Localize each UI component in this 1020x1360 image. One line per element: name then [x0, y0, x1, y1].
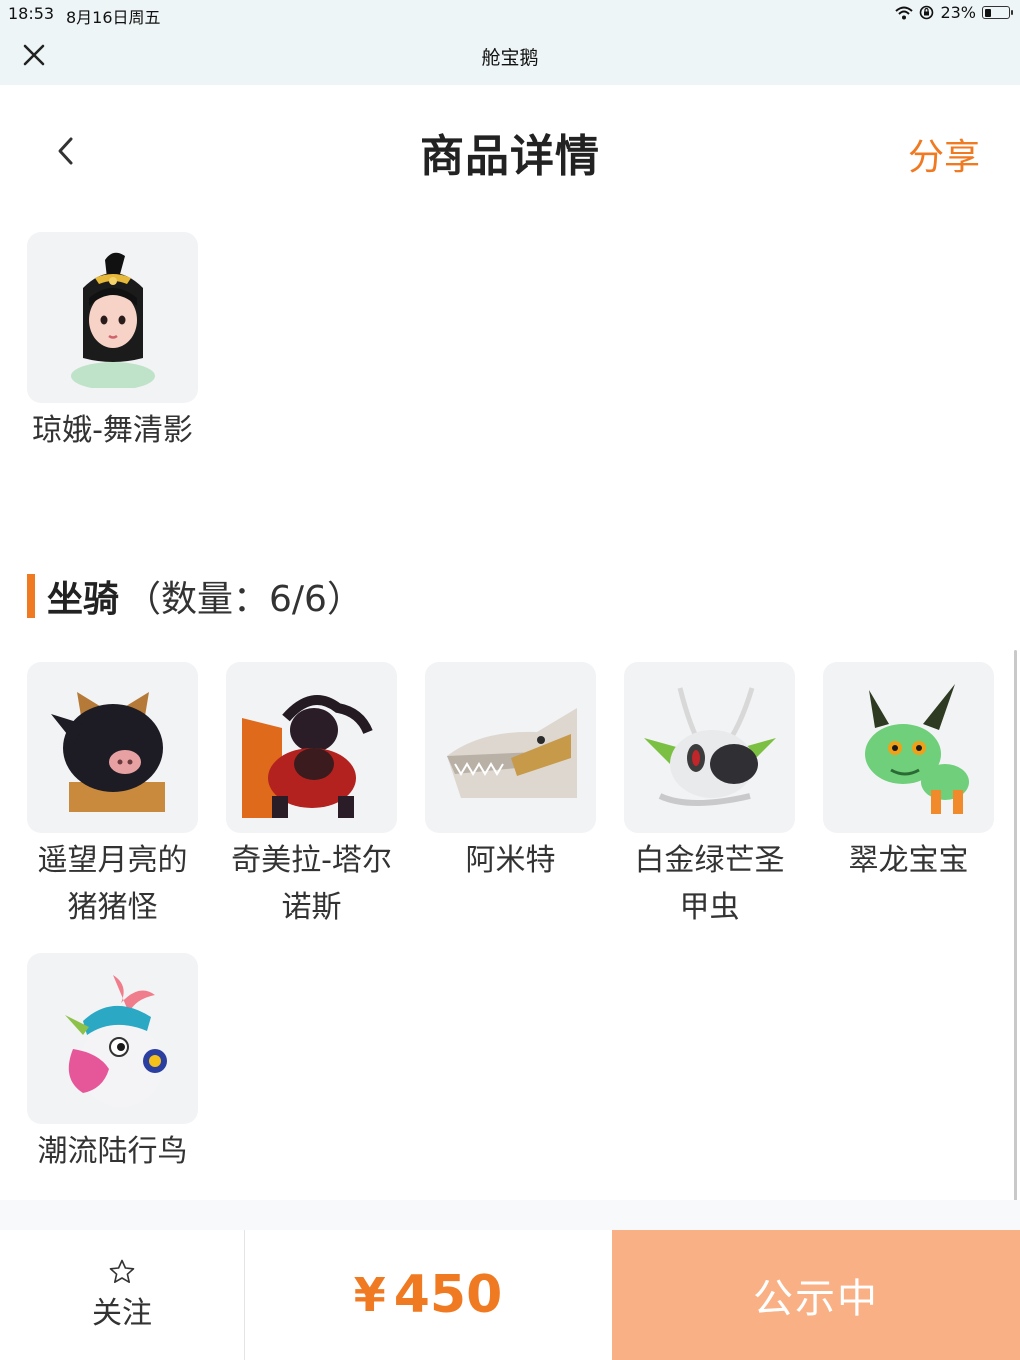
mount-card[interactable]: 白金绿芒圣甲虫 — [624, 662, 795, 931]
orientation-lock-icon — [920, 5, 934, 20]
mount-name: 翠龙宝宝 — [848, 843, 969, 878]
pig-mount-icon — [50, 691, 165, 812]
mount-card[interactable]: 阿米特 — [425, 662, 596, 931]
share-button[interactable]: 分享 — [908, 128, 980, 180]
app-title: 舱宝鹅 — [481, 47, 539, 69]
section-count: （数量：6/6） — [125, 579, 363, 620]
follow-button[interactable]: 关注 — [0, 1230, 245, 1360]
skin-thumbnail — [27, 232, 198, 403]
mount-thumbnail — [27, 953, 198, 1124]
skin-name: 琼娥-舞清影 — [32, 413, 193, 448]
mount-thumbnail — [823, 662, 994, 833]
mount-grid: 遥望月亮的猪猪怪 奇美拉-塔尔诺斯 阿米特 白金绿芒圣甲虫 翠龙宝宝 潮流陆行鸟 — [27, 662, 1007, 1175]
publicity-status-button[interactable]: 公示中 — [612, 1230, 1020, 1360]
beetle-mount-icon — [643, 686, 776, 806]
dragon-mount-icon — [864, 683, 969, 814]
follow-label: 关注 — [92, 1296, 152, 1331]
currency-symbol: ¥ — [353, 1268, 386, 1322]
crocodile-mount-icon — [446, 707, 577, 798]
battery-icon — [982, 6, 1013, 19]
mount-name: 阿米特 — [465, 843, 556, 878]
section-accent-bar — [27, 574, 35, 618]
wifi-icon — [895, 6, 914, 19]
mount-thumbnail — [226, 662, 397, 833]
character-portrait-icon — [70, 252, 155, 388]
status-date: 8月16日周五 — [66, 8, 161, 27]
mount-card[interactable]: 遥望月亮的猪猪怪 — [27, 662, 198, 931]
mount-card[interactable]: 潮流陆行鸟 — [27, 953, 198, 1175]
section-title: 坐骑 — [47, 579, 120, 620]
status-indicators: 23% — [895, 3, 1013, 22]
skin-card[interactable]: 琼娥-舞清影 — [27, 232, 198, 454]
price-display: ¥ 450 — [244, 1230, 612, 1360]
price-value: 450 — [393, 1265, 503, 1325]
mount-thumbnail — [624, 662, 795, 833]
mount-thumbnail — [27, 662, 198, 833]
bird-mount-icon — [64, 974, 167, 1107]
mount-name: 奇美拉-塔尔诺斯 — [231, 843, 392, 925]
mount-card[interactable]: 翠龙宝宝 — [823, 662, 994, 931]
mount-card[interactable]: 奇美拉-塔尔诺斯 — [226, 662, 397, 931]
status-time: 18:53 — [8, 4, 55, 23]
battery-percent: 23% — [940, 3, 976, 22]
bottom-bar: 关注 ¥ 450 公示中 — [0, 1230, 1020, 1360]
mount-thumbnail — [425, 662, 596, 833]
mount-name: 白金绿芒圣甲虫 — [634, 843, 785, 925]
bottom-spacer — [0, 1200, 1020, 1230]
browser-header: 18:53 8月16日周五 23% 舱宝鹅 — [0, 0, 1020, 85]
mount-name: 潮流陆行鸟 — [37, 1134, 188, 1169]
page-title: 商品详情 — [420, 131, 600, 182]
mount-name: 遥望月亮的猪猪怪 — [37, 843, 188, 925]
mounts-section-header: 坐骑 （数量：6/6） — [27, 570, 363, 622]
skin-grid: 琼娥-舞清影 — [27, 232, 1007, 454]
star-icon — [109, 1259, 135, 1283]
chimera-mount-icon — [241, 694, 373, 818]
